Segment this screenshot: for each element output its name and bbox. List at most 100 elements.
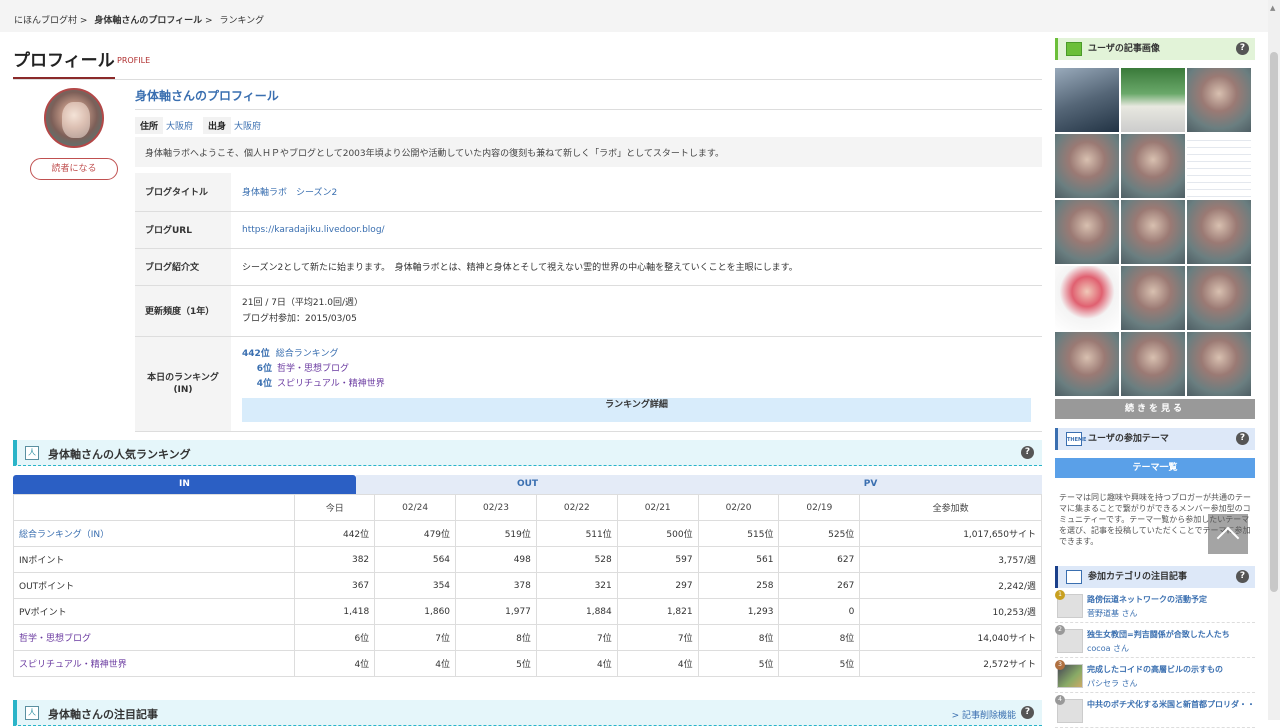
table-cell: 3,757/週 bbox=[859, 546, 1042, 573]
column-header: 今日 bbox=[294, 494, 376, 521]
table-cell: 528 bbox=[535, 546, 618, 573]
table-cell: 1,977 bbox=[455, 598, 537, 625]
column-header: 02/20 bbox=[697, 494, 780, 521]
person-icon: 人 bbox=[25, 446, 39, 460]
category-articles-list: 1 路傍伝道ネットワークの活動予定 菅野道基 さん 2 独生女教団=判吉闘係が合… bbox=[1055, 588, 1255, 728]
blog-title-label: ブログタイトル bbox=[135, 173, 231, 212]
article-image[interactable] bbox=[1187, 134, 1251, 198]
user-themes-header: THEME ユーザの参加テーマ ? bbox=[1055, 428, 1255, 450]
article-image[interactable] bbox=[1187, 68, 1251, 132]
table-cell: 1,884 bbox=[535, 598, 618, 625]
article-author[interactable]: cocoa さん bbox=[1087, 643, 1255, 654]
blog-intro-label: ブログ紹介文 bbox=[135, 248, 231, 286]
tab-pv[interactable]: PV bbox=[699, 475, 1042, 494]
article-title[interactable]: 独生女教団=判吉闘係が合致した人たち bbox=[1087, 629, 1255, 640]
row-label-link[interactable]: 哲学・思想ブログ bbox=[12, 624, 296, 651]
article-image[interactable] bbox=[1055, 68, 1119, 132]
column-header bbox=[12, 494, 296, 521]
table-cell: 515位 bbox=[697, 520, 780, 547]
article-image[interactable] bbox=[1121, 266, 1185, 330]
article-image[interactable] bbox=[1055, 266, 1119, 330]
see-more-button[interactable]: 続きを見る bbox=[1055, 399, 1255, 419]
table-row: スピリチュアル・精神世界 4位 4位 5位 4位 4位 5位 5位 2,572サ… bbox=[12, 650, 1042, 677]
rank-badge: 3 bbox=[1055, 660, 1065, 670]
article-image[interactable] bbox=[1187, 266, 1251, 330]
table-cell: 1,293 bbox=[697, 598, 780, 625]
profile-name[interactable]: 身体軸さんのプロフィール bbox=[135, 87, 279, 104]
page-title: プロフィール bbox=[13, 46, 115, 79]
sidebar-title: ユーザの参加テーマ bbox=[1088, 434, 1169, 444]
table-row: INポイント 382 564 498 528 597 561 627 3,757… bbox=[12, 546, 1042, 573]
article-image[interactable] bbox=[1121, 332, 1185, 396]
ranking-detail-button[interactable]: ランキング詳細 bbox=[242, 398, 1031, 422]
scrollbar[interactable]: ▲ bbox=[1268, 0, 1280, 720]
article-title[interactable]: 完成したコイドの高層ビルの示すもの bbox=[1087, 664, 1255, 675]
scroll-up-arrow-icon[interactable]: ▲ bbox=[1270, 4, 1275, 12]
update-frequency-value: 21回 / 7日（平均21.0回/週） bbox=[242, 297, 364, 308]
sidebar: ユーザの記事画像 ? 続きを見る THEME ユーザの参加テーマ ? テーマ一覧… bbox=[1055, 38, 1255, 728]
breadcrumb-profile-link[interactable]: 身体軸さんのプロフィール bbox=[94, 16, 202, 26]
article-image[interactable] bbox=[1121, 200, 1185, 264]
table-cell: 2,572サイト bbox=[859, 650, 1042, 677]
list-item[interactable]: 3 完成したコイドの高層ビルの示すもの パシセラ さん bbox=[1055, 658, 1255, 693]
list-item[interactable]: 2 独生女教団=判吉闘係が合致した人たち cocoa さん bbox=[1055, 623, 1255, 658]
category-articles-header: 参加カテゴリの注目記事 ? bbox=[1055, 566, 1255, 588]
article-image[interactable] bbox=[1055, 134, 1119, 198]
help-icon[interactable]: ? bbox=[1236, 432, 1249, 445]
table-row: 総合ランキング（IN） 442位 479位 519位 511位 500位 515… bbox=[12, 520, 1042, 547]
blog-url-link[interactable]: https://karadajiku.livedoor.blog/ bbox=[242, 225, 385, 235]
ranking-entry[interactable]: 442位 総合ランキング bbox=[242, 347, 1042, 362]
ranking-category-link[interactable]: 哲学・思想ブログ bbox=[277, 364, 349, 374]
ranking-entry[interactable]: 6位 哲学・思想ブログ bbox=[242, 362, 1042, 377]
article-image[interactable] bbox=[1055, 200, 1119, 264]
scroll-to-top-button[interactable] bbox=[1208, 514, 1248, 554]
article-author[interactable]: パシセラ さん bbox=[1087, 678, 1255, 689]
article-image[interactable] bbox=[1121, 68, 1185, 132]
theme-icon: THEME bbox=[1066, 432, 1086, 446]
article-title[interactable]: 路傍伝道ネットワークの活動予定 bbox=[1087, 594, 1255, 605]
scrollbar-thumb[interactable] bbox=[1270, 52, 1278, 592]
article-image[interactable] bbox=[1187, 332, 1251, 396]
ranking-tabs: IN OUT PV bbox=[13, 475, 1042, 494]
table-row: PVポイント 1,418 1,860 1,977 1,884 1,821 1,2… bbox=[12, 598, 1042, 625]
ranking-category-link[interactable]: スピリチュアル・精神世界 bbox=[277, 379, 385, 389]
list-item[interactable]: 4 中共のポチ犬化する米国と新首都プロリダ・・・ bbox=[1055, 693, 1255, 728]
breadcrumb-home-link[interactable]: にほんブログ村 bbox=[14, 16, 77, 26]
article-image[interactable] bbox=[1055, 332, 1119, 396]
origin-value[interactable]: 大阪府 bbox=[234, 122, 261, 132]
location-row: 住所 大阪府 出身 大阪府 bbox=[135, 117, 271, 134]
column-header: 全参加数 bbox=[859, 494, 1042, 521]
help-icon[interactable]: ? bbox=[1236, 42, 1249, 55]
main-content: プロフィール PROFILE 読者になる 身体軸さんのプロフィール 住所 大阪府出… bbox=[12, 32, 1042, 726]
table-cell: 1,860 bbox=[374, 598, 457, 625]
table-cell: 354 bbox=[374, 572, 457, 599]
row-label-link[interactable]: スピリチュアル・精神世界 bbox=[12, 650, 296, 677]
tab-out[interactable]: OUT bbox=[356, 475, 699, 494]
list-item[interactable]: 1 路傍伝道ネットワークの活動予定 菅野道基 さん bbox=[1055, 588, 1255, 623]
tab-in[interactable]: IN bbox=[13, 475, 356, 494]
help-icon[interactable]: ? bbox=[1021, 446, 1034, 459]
location-value[interactable]: 大阪府 bbox=[166, 122, 193, 132]
today-ranking-sublabel: (IN) bbox=[173, 384, 193, 395]
column-header: 02/22 bbox=[535, 494, 618, 521]
blog-url-label: ブログURL bbox=[135, 211, 231, 249]
page-title-area: プロフィール PROFILE bbox=[13, 32, 1042, 80]
article-title[interactable]: 中共のポチ犬化する米国と新首都プロリダ・・・ bbox=[1087, 699, 1255, 710]
row-label-link[interactable]: 総合ランキング（IN） bbox=[12, 520, 296, 547]
blog-title-link[interactable]: 身体軸ラボ シーズン2 bbox=[242, 188, 337, 198]
row-label: OUTポイント bbox=[12, 572, 296, 599]
article-image[interactable] bbox=[1187, 200, 1251, 264]
table-cell: 0 bbox=[778, 598, 861, 625]
ranking-table: 今日 02/24 02/23 02/22 02/21 02/20 02/19 全… bbox=[12, 494, 1042, 677]
delete-article-link[interactable]: > 記事削除機能 bbox=[952, 708, 1016, 721]
avatar[interactable] bbox=[44, 88, 104, 148]
ranking-entry[interactable]: 4位 スピリチュアル・精神世界 bbox=[242, 377, 1042, 392]
theme-list-button[interactable]: テーマ一覧 bbox=[1055, 458, 1255, 478]
help-icon[interactable]: ? bbox=[1236, 570, 1249, 583]
follow-reader-button[interactable]: 読者になる bbox=[30, 158, 118, 180]
person-icon: 人 bbox=[25, 706, 39, 720]
help-icon[interactable]: ? bbox=[1021, 706, 1034, 719]
ranking-category-link[interactable]: 総合ランキング bbox=[276, 349, 339, 359]
article-author[interactable]: 菅野道基 さん bbox=[1087, 608, 1255, 619]
article-image[interactable] bbox=[1121, 134, 1185, 198]
